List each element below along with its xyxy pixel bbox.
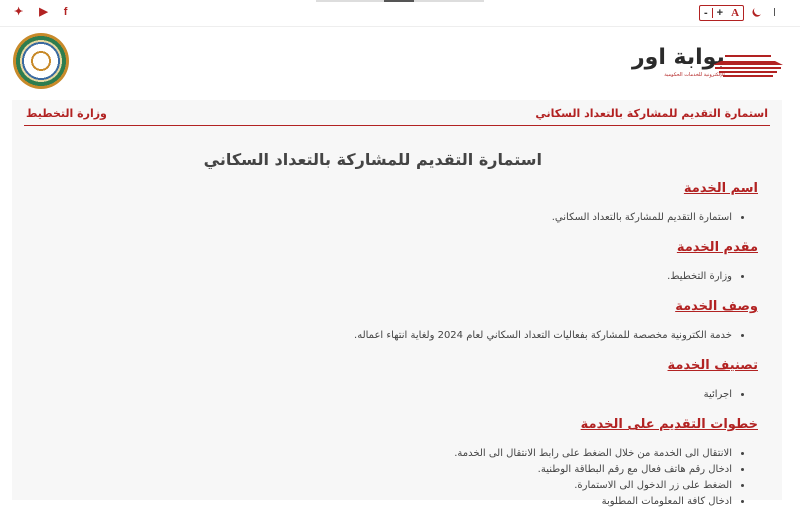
list-item: استمارة التقديم للمشاركة بالتعداد السكان… — [40, 210, 732, 226]
scroll-indicator — [316, 0, 484, 2]
list-item: خدمة الكترونية مخصصة للمشاركة بفعاليات ا… — [40, 328, 732, 344]
section-heading-steps: خطوات التقديم على الخدمة — [580, 417, 758, 432]
list-item: ادخال كافة المعلومات المطلوبة — [40, 494, 732, 510]
logo-main: بوابة اور — [632, 45, 725, 70]
list-item: وزارة التخطيط. — [40, 269, 732, 285]
breadcrumb: استمارة التقديم للمشاركة بالتعداد السكان… — [12, 100, 782, 126]
decrease-font-button[interactable]: - — [700, 6, 712, 20]
list-item: ادخال رقم هاتف فعال مع رقم البطاقة الوطن… — [40, 462, 732, 478]
breadcrumb-current[interactable]: استمارة التقديم للمشاركة بالتعداد السكان… — [535, 107, 768, 120]
section-heading-description: وصف الخدمة — [675, 299, 758, 314]
twitter-icon[interactable]: ✦ — [14, 5, 23, 18]
breadcrumb-divider — [24, 125, 770, 126]
section-heading-provider: مقدم الخدمة — [676, 240, 758, 255]
divider — [774, 8, 775, 16]
top-bar: ✦ ▶ f - + A — [0, 0, 800, 27]
provider-list: وزارة التخطيط. — [40, 269, 758, 285]
facebook-icon[interactable]: f — [64, 6, 68, 18]
moon-icon[interactable] — [753, 5, 765, 17]
portal-logo-icon[interactable] — [713, 51, 783, 77]
steps-list: الانتقال الى الخدمة من خلال الضغط على را… — [40, 446, 758, 510]
list-item: الضغط على زر الدخول الى الاستمارة. — [40, 478, 732, 494]
list-item: اجرائية — [40, 387, 732, 403]
classification-list: اجرائية — [40, 387, 758, 403]
section-heading-service-name: اسم الخدمة — [683, 181, 758, 196]
portal-logo-text[interactable]: بوابة اور الإلكترونية للخدمات الحكومية — [632, 45, 725, 79]
section-heading-classification: تصنيف الخدمة — [667, 358, 758, 373]
ministry-emblem-icon — [13, 33, 69, 89]
youtube-icon[interactable]: ▶ — [39, 5, 47, 18]
breadcrumb-ministry[interactable]: وزارة التخطيط — [26, 107, 107, 120]
site-header: بوابة اور الإلكترونية للخدمات الحكومية — [0, 27, 800, 99]
service-details: استمارة التقديم للمشاركة بالتعداد السكان… — [40, 150, 758, 524]
service-name-list: استمارة التقديم للمشاركة بالتعداد السكان… — [40, 210, 758, 226]
increase-font-button[interactable]: + — [713, 6, 727, 20]
description-list: خدمة الكترونية مخصصة للمشاركة بفعاليات ا… — [40, 328, 758, 344]
font-size-controls: - + A — [699, 5, 745, 21]
social-links: ✦ ▶ f — [14, 5, 68, 19]
font-icon[interactable]: A — [727, 6, 743, 20]
list-item: الانتقال الى الخدمة من خلال الضغط على را… — [40, 446, 732, 462]
page-title: استمارة التقديم للمشاركة بالتعداد السكان… — [203, 150, 542, 169]
logo-sub: الإلكترونية للخدمات الحكومية — [664, 72, 725, 78]
